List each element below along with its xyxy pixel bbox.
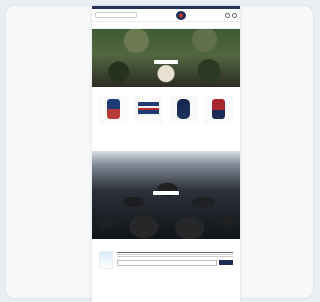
newsletter-section [92, 239, 240, 269]
header-icons [225, 12, 237, 18]
hero-button[interactable] [154, 60, 178, 64]
brand-logo[interactable] [176, 10, 186, 20]
text-line [117, 252, 233, 253]
product-image[interactable] [134, 95, 163, 124]
text-line [117, 256, 233, 257]
main-nav [92, 22, 240, 29]
newsletter-image [99, 251, 113, 269]
website-screenshot [92, 6, 240, 302]
product-card[interactable] [204, 95, 233, 145]
cart-icon[interactable] [232, 12, 237, 18]
text-line [117, 254, 233, 255]
promo-banner [92, 151, 240, 239]
product-grid [92, 95, 240, 145]
search-icon[interactable] [225, 12, 230, 18]
subscribe-button[interactable] [219, 260, 233, 265]
newsletter-copy [117, 251, 233, 269]
promo-button[interactable] [153, 191, 179, 195]
search-input[interactable] [95, 12, 137, 18]
site-header [92, 9, 240, 22]
newsletter-row [99, 251, 233, 269]
newsletter-form [117, 260, 233, 266]
product-card[interactable] [169, 95, 198, 145]
product-image[interactable] [99, 95, 128, 124]
product-card[interactable] [99, 95, 128, 145]
product-image[interactable] [204, 95, 233, 124]
email-field[interactable] [117, 260, 217, 266]
product-image[interactable] [169, 95, 198, 124]
hero-banner [92, 29, 240, 87]
product-card[interactable] [134, 95, 163, 145]
